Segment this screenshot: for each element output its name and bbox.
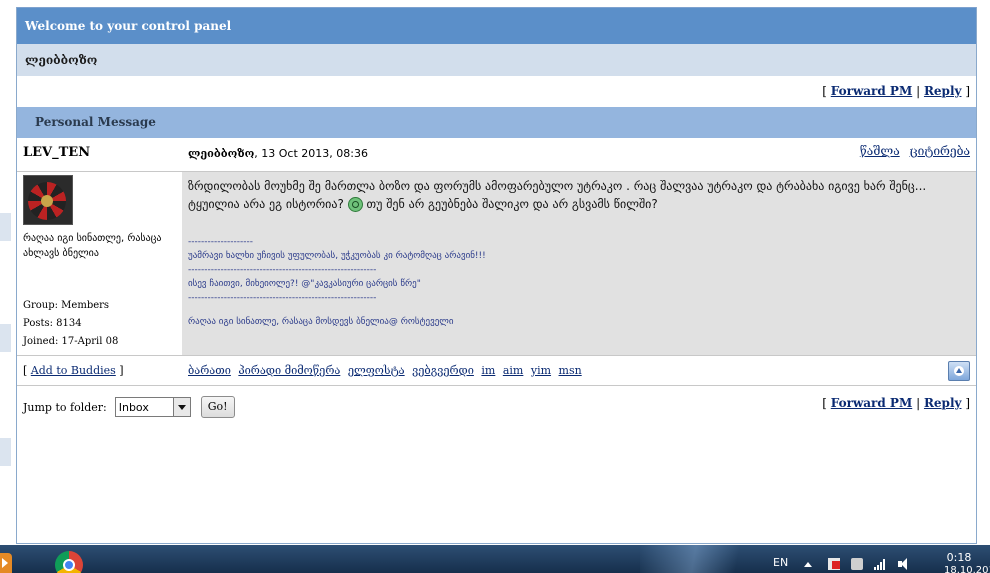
- author-sidebar: რაღაა იგი სინათლე, რასაცა ახლავს ბნელია …: [17, 172, 182, 355]
- delete-link[interactable]: წაშლა: [860, 144, 900, 158]
- author-stats: Group: Members Posts: 8134 Joined: 17-Ap…: [23, 297, 118, 351]
- signature-line: ისევ ჩაითვი, მიხეიოლე?! @"კავკასიური ცარ…: [188, 279, 421, 289]
- action-center-flag-icon[interactable]: [828, 558, 840, 570]
- back-to-top-button[interactable]: [948, 360, 970, 381]
- yim-link[interactable]: yim: [531, 364, 551, 377]
- add-buddies: [ Add to Buddies ]: [23, 364, 124, 377]
- reply-link-bottom[interactable]: Reply: [924, 396, 962, 410]
- show-hidden-icons-icon[interactable]: [804, 562, 812, 567]
- message-meta: ლეიბბოზო, 13 Oct 2013, 08:36: [182, 138, 854, 171]
- jump-to-folder: Jump to folder: Inbox Go!: [23, 396, 822, 418]
- message-subject: ლეიბბოზო: [17, 44, 976, 76]
- author-joined: Joined: 17-April 08: [23, 336, 119, 347]
- im-link[interactable]: im: [481, 364, 495, 377]
- speaker-icon[interactable]: [898, 558, 910, 570]
- taskbar: EN 0:18 18.10.2013: [0, 545, 990, 573]
- chevron-down-icon[interactable]: [172, 398, 190, 416]
- message-text: ზრდილობას მოუხმე შე მართლა ბოზო და ფორუმ…: [188, 177, 970, 213]
- language-indicator[interactable]: EN: [773, 556, 788, 569]
- clock-time: 0:18: [946, 551, 972, 564]
- msn-link[interactable]: msn: [559, 364, 582, 377]
- profile-links: ბარათი პირადი მიმოწერა ელფოსტა ვებგვერდი…: [182, 364, 948, 377]
- message-line: ტყუილია არა ეგ ისტორია? თუ შენ არ გეუბნე…: [188, 197, 658, 212]
- message-content: ზრდილობას მოუხმე შე მართლა ბოზო და ფორუმ…: [182, 172, 976, 355]
- go-button[interactable]: Go!: [200, 396, 235, 418]
- network-signal-icon[interactable]: [874, 558, 886, 570]
- chrome-icon[interactable]: [55, 551, 83, 573]
- message-date: , 13 Oct 2013, 08:36: [254, 147, 368, 160]
- folder-select-value: Inbox: [118, 401, 149, 414]
- top-links: [ Forward PM | Reply ]: [822, 84, 970, 98]
- author-posts: Posts: 8134: [23, 318, 82, 329]
- add-to-buddies-link[interactable]: Add to Buddies: [31, 364, 116, 377]
- arrow-up-icon: [954, 365, 964, 376]
- clock-date: 18.10.2013: [944, 565, 990, 573]
- media-player-icon[interactable]: [0, 553, 12, 573]
- author-tagline: რაღაა იგი სინათლე, რასაცა ახლავს ბნელია: [23, 233, 162, 259]
- email-link[interactable]: ელფოსტა: [348, 364, 405, 377]
- message-body-row: რაღაა იგი სინათლე, რასაცა ახლავს ბნელია …: [17, 172, 976, 355]
- left-strip-block: [0, 324, 11, 352]
- author-row: LEV_TEN ლეიბბოზო, 13 Oct 2013, 08:36 წაშ…: [17, 138, 976, 172]
- reply-link[interactable]: Reply: [924, 84, 962, 98]
- message-footer: [ Add to Buddies ] ბარათი პირადი მიმოწერ…: [17, 355, 976, 386]
- pm-link[interactable]: პირადი მიმოწერა: [238, 364, 340, 377]
- left-strip-block: [0, 213, 11, 241]
- control-panel: Welcome to your control panel ლეიბბოზო […: [16, 7, 977, 544]
- author-group: Group: Members: [23, 300, 110, 311]
- message-line: ზრდილობას მოუხმე შე მართლა ბოზო და ფორუმ…: [188, 179, 927, 193]
- system-clock[interactable]: 0:18 18.10.2013: [944, 551, 990, 573]
- website-link[interactable]: ვებგვერდი: [412, 364, 474, 377]
- sender-name: ლეიბბოზო: [188, 147, 255, 160]
- message-actions: წაშლა ციტირება: [854, 138, 976, 171]
- quote-link[interactable]: ციტირება: [910, 144, 970, 158]
- pm-header: Personal Message: [17, 107, 976, 138]
- forward-pm-link[interactable]: Forward PM: [831, 84, 913, 98]
- bottom-links: [ Forward PM | Reply ]: [822, 396, 970, 410]
- signature: -------------------- უამრავი ხალხი უჩივი…: [188, 235, 970, 329]
- author-name: LEV_TEN: [23, 145, 91, 160]
- jump-label: Jump to folder:: [23, 400, 107, 414]
- forward-pm-link-bottom[interactable]: Forward PM: [831, 396, 913, 410]
- profile-link[interactable]: ბარათი: [188, 364, 231, 377]
- page-left-strip: [0, 0, 11, 545]
- panel-title: Welcome to your control panel: [17, 7, 976, 44]
- folder-select[interactable]: Inbox: [114, 397, 191, 417]
- device-icon[interactable]: [851, 558, 863, 570]
- bottom-row: Jump to folder: Inbox Go! [ Forward PM |…: [17, 386, 976, 418]
- smiley-icon: [347, 197, 363, 212]
- signature-line: უამრავი ხალხი უჩივის უფულობას, უჭკუობას …: [188, 251, 486, 261]
- signature-line: რაღაა იგი სინათლე, რასაცა მოსდევს ბნელია…: [188, 317, 454, 327]
- aim-link[interactable]: aim: [503, 364, 524, 377]
- avatar: [23, 175, 73, 225]
- left-strip-block: [0, 438, 11, 466]
